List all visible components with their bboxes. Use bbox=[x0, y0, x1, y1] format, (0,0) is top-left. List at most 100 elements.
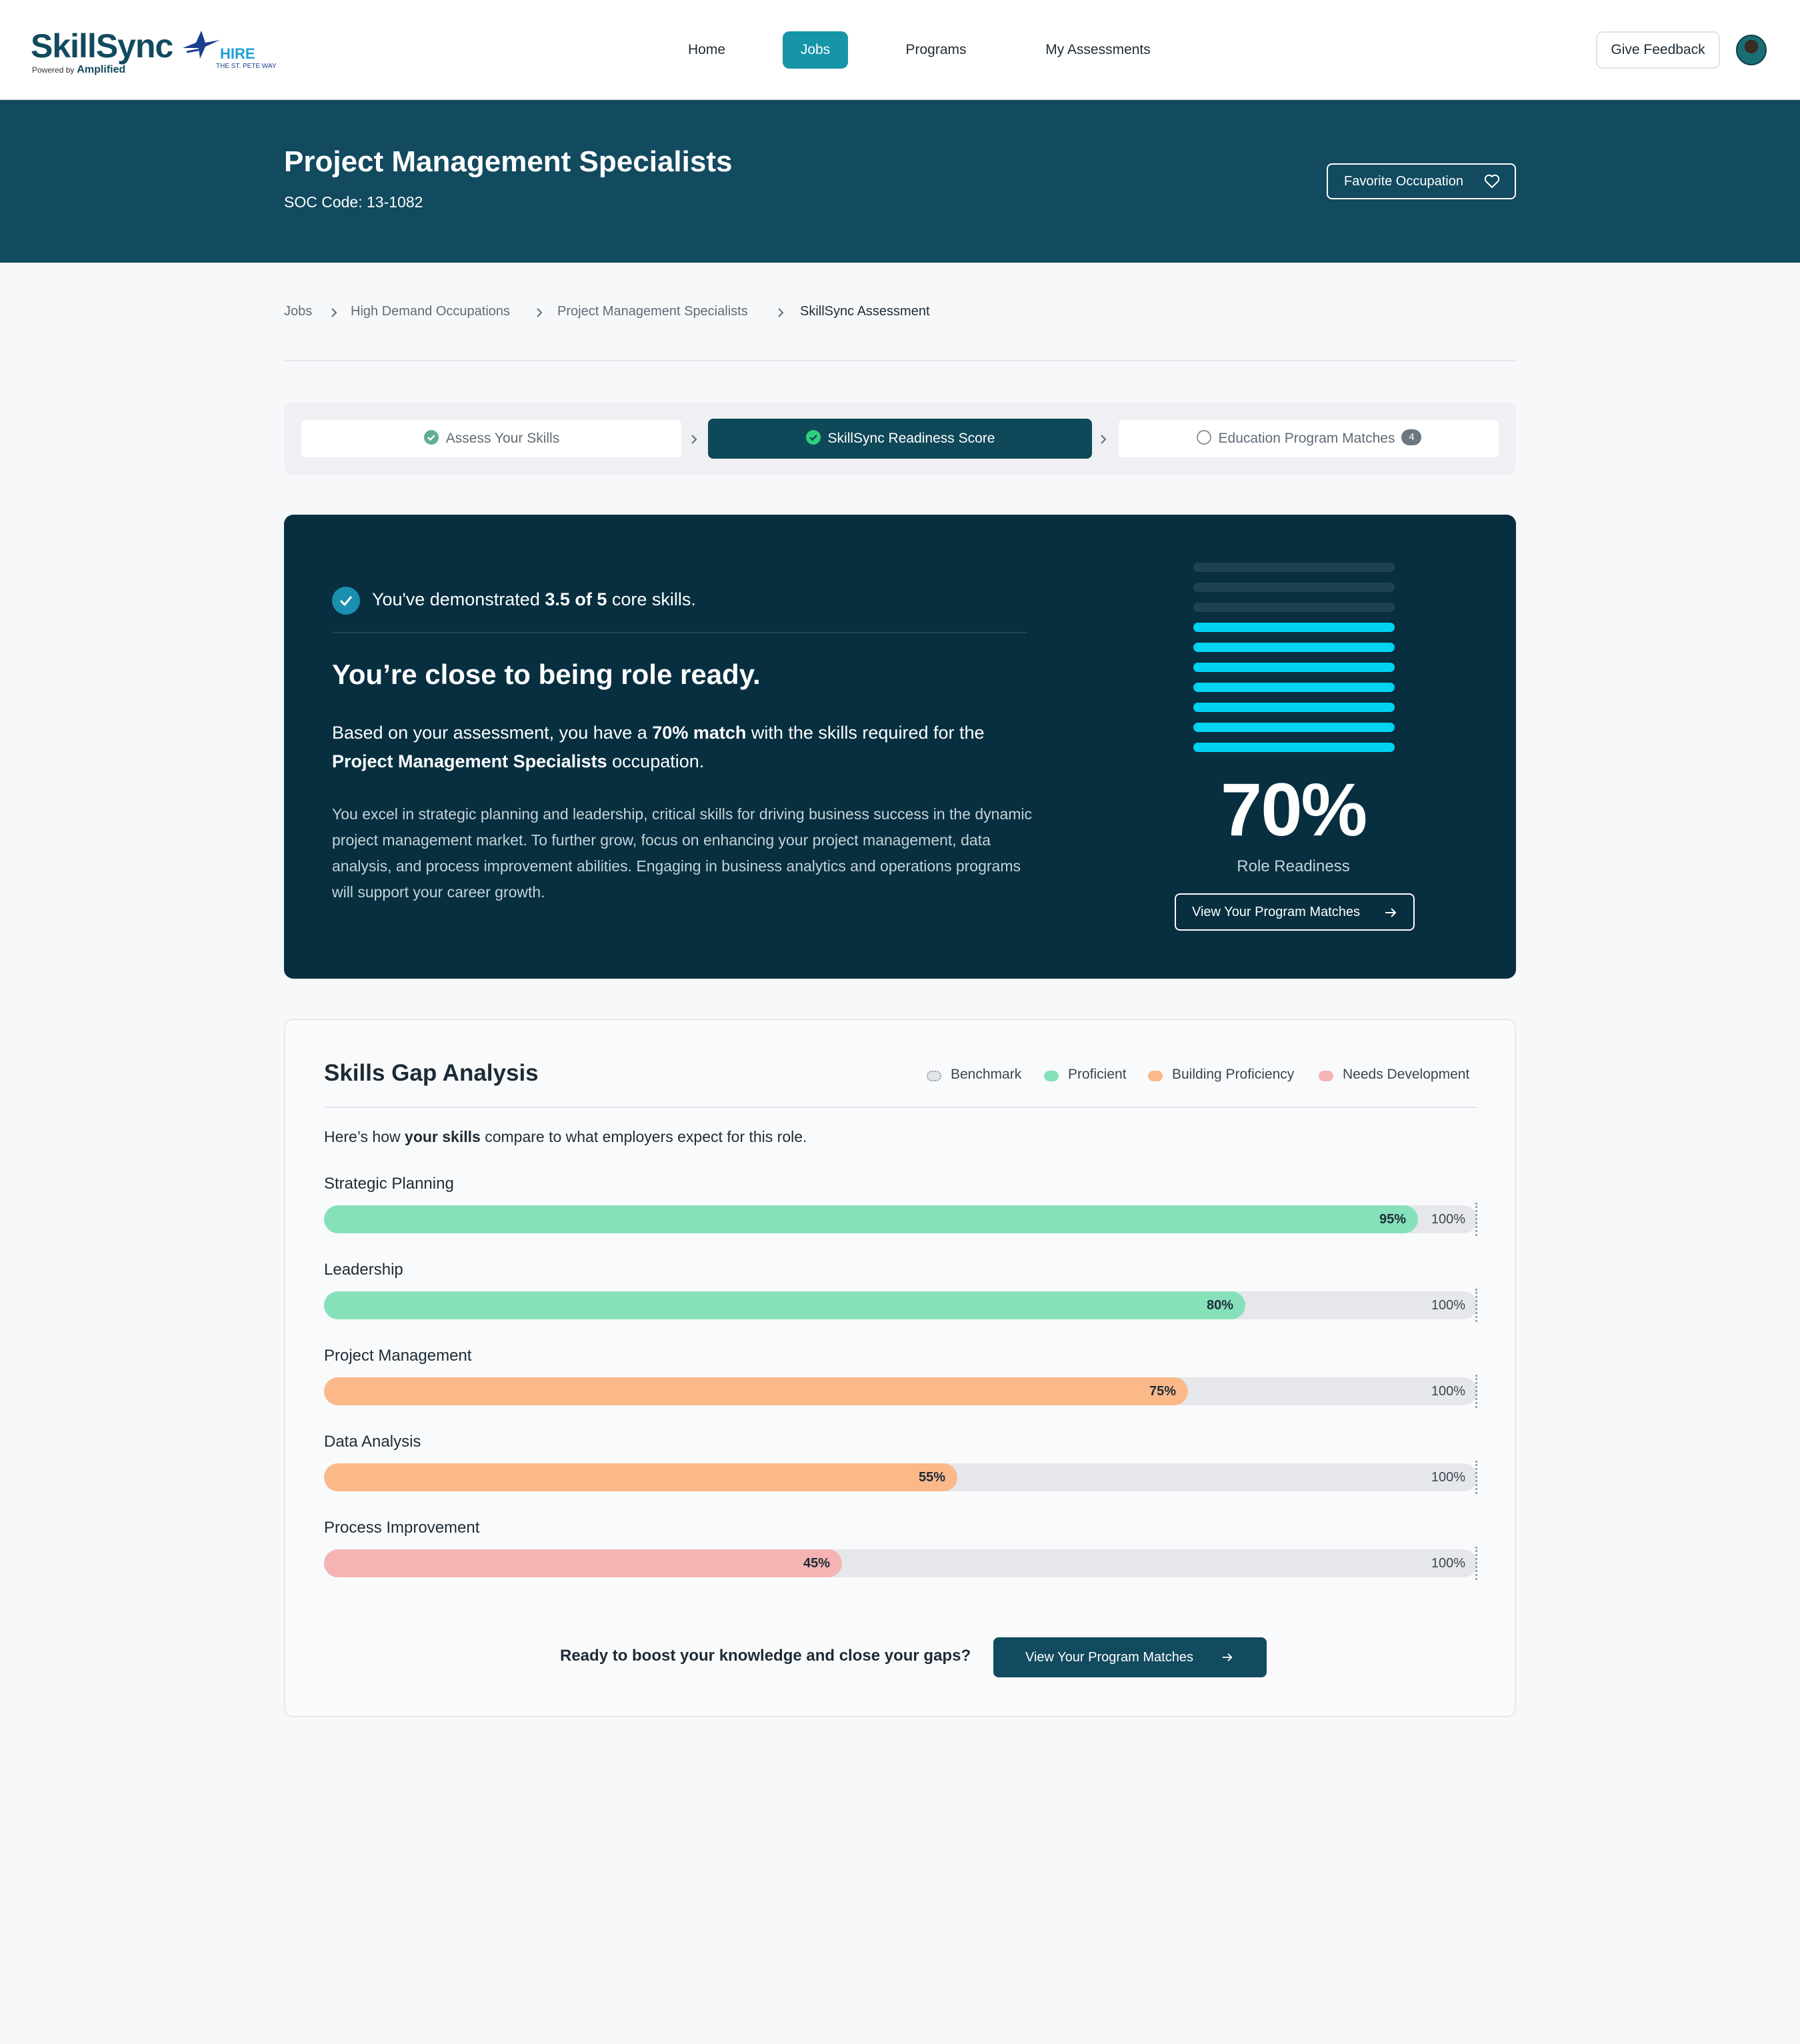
soc-code: SOC Code: 13-1082 bbox=[284, 193, 423, 211]
benchmark-line bbox=[1475, 1203, 1477, 1236]
section-divider bbox=[284, 360, 1516, 361]
chevron-right-icon bbox=[778, 308, 784, 317]
button-label: View Your Program Matches bbox=[1025, 1650, 1193, 1665]
skill-row: Strategic Planning 100% 95% bbox=[324, 1175, 1477, 1248]
chevron-right-icon bbox=[1101, 435, 1107, 444]
readiness-body: You excel in strategic planning and lead… bbox=[332, 805, 1033, 901]
skill-score: 80% bbox=[1206, 1298, 1233, 1313]
skills-suffix: core skills. bbox=[607, 589, 696, 609]
user-avatar[interactable] bbox=[1736, 35, 1767, 65]
meter-bar-filled bbox=[1193, 723, 1395, 732]
breadcrumb-high-demand[interactable]: High Demand Occupations bbox=[351, 304, 510, 319]
breadcrumb-current: SkillSync Assessment bbox=[800, 304, 930, 319]
benchmark-swatch bbox=[927, 1071, 941, 1081]
meter-bar-empty bbox=[1193, 603, 1395, 612]
skill-track: 100% 95% bbox=[324, 1203, 1477, 1236]
arrow-right-icon bbox=[1385, 908, 1397, 917]
benchmark-line bbox=[1475, 1461, 1477, 1494]
skill-track: 100% 45% bbox=[324, 1547, 1477, 1580]
chevron-right-icon bbox=[691, 435, 697, 444]
occupation-name: Project Management Specialists bbox=[332, 751, 607, 771]
gap-intro: Here’s how your skills compare to what e… bbox=[324, 1128, 807, 1146]
legend-label: Needs Development bbox=[1343, 1067, 1470, 1082]
skill-name: Project Management bbox=[324, 1347, 472, 1365]
arrow-right-icon bbox=[1222, 1653, 1233, 1662]
give-feedback-button[interactable]: Give Feedback bbox=[1596, 31, 1720, 69]
match-percent: 70% match bbox=[652, 723, 747, 743]
step-label: Education Program Matches bbox=[1218, 431, 1395, 446]
meter-bar-filled bbox=[1193, 623, 1395, 632]
matches-count-badge: 4 bbox=[1401, 429, 1422, 446]
skill-name: Leadership bbox=[324, 1261, 403, 1279]
benchmark-line bbox=[1475, 1375, 1477, 1408]
desc-part: Based on your assessment, you have a bbox=[332, 723, 653, 743]
top-navigation: SkillSync Powered by Amplified HIRE THE S… bbox=[0, 0, 1800, 100]
readiness-card: You've demonstrated 3.5 of 5 core skills… bbox=[284, 515, 1516, 979]
intro-bold: your skills bbox=[405, 1128, 481, 1145]
readiness-description: Based on your assessment, you have a 70%… bbox=[332, 719, 1039, 776]
benchmark-label: 100% bbox=[1431, 1470, 1465, 1485]
skill-fill: 75% bbox=[324, 1377, 1188, 1405]
step-education-matches[interactable]: Education Program Matches 4 bbox=[1117, 419, 1500, 459]
building-swatch bbox=[1148, 1071, 1163, 1081]
skill-track: 100% 75% bbox=[324, 1375, 1477, 1408]
favorite-occupation-button[interactable]: Favorite Occupation bbox=[1327, 163, 1516, 199]
chevron-right-icon bbox=[537, 308, 543, 317]
intro-part: compare to what employers expect for thi… bbox=[480, 1128, 807, 1145]
benchmark-label: 100% bbox=[1431, 1384, 1465, 1399]
meter-bar-empty bbox=[1193, 583, 1395, 592]
breadcrumb-jobs[interactable]: Jobs bbox=[284, 304, 312, 319]
legend: Benchmark Proficient Building Proficienc… bbox=[927, 1067, 1480, 1087]
skill-row: Leadership 100% 80% bbox=[324, 1261, 1477, 1334]
nav-my-assessments[interactable]: My Assessments bbox=[1027, 31, 1169, 69]
skill-fill: 95% bbox=[324, 1205, 1418, 1233]
step-label: SkillSync Readiness Score bbox=[827, 431, 995, 446]
view-program-matches-cta-button[interactable]: View Your Program Matches bbox=[993, 1637, 1267, 1677]
meter-bar-filled bbox=[1193, 663, 1395, 672]
readiness-headline: You’re close to being role ready. bbox=[332, 659, 761, 690]
card-divider bbox=[332, 632, 1027, 633]
meter-bar-filled bbox=[1193, 683, 1395, 692]
step-label: Assess Your Skills bbox=[445, 431, 560, 446]
heart-icon bbox=[1484, 174, 1500, 188]
button-label: View Your Program Matches bbox=[1192, 905, 1360, 919]
readiness-meter bbox=[1193, 563, 1395, 757]
skill-score: 75% bbox=[1149, 1384, 1176, 1399]
skills-gap-title: Skills Gap Analysis bbox=[324, 1060, 539, 1086]
chevron-right-icon bbox=[331, 308, 337, 317]
breadcrumb-occupation[interactable]: Project Management Specialists bbox=[557, 304, 748, 319]
benchmark-label: 100% bbox=[1431, 1212, 1465, 1227]
empty-circle-icon bbox=[1196, 430, 1211, 445]
skills-count: 3.5 of 5 bbox=[545, 589, 607, 609]
nav-home[interactable]: Home bbox=[673, 31, 740, 69]
skill-row: Project Management 100% 75% bbox=[324, 1347, 1477, 1420]
skill-fill: 80% bbox=[324, 1291, 1245, 1319]
role-readiness-label: Role Readiness bbox=[1237, 857, 1350, 875]
check-circle-icon bbox=[423, 430, 439, 445]
legend-label: Proficient bbox=[1068, 1067, 1127, 1082]
benchmark-line bbox=[1475, 1289, 1477, 1322]
skill-score: 55% bbox=[918, 1470, 945, 1485]
favorite-label: Favorite Occupation bbox=[1344, 174, 1463, 189]
skill-score: 45% bbox=[803, 1556, 830, 1571]
step-readiness-score[interactable]: SkillSync Readiness Score bbox=[708, 419, 1092, 459]
core-skills-summary: You've demonstrated 3.5 of 5 core skills… bbox=[372, 589, 696, 610]
cta-text: Ready to boost your knowledge and close … bbox=[560, 1647, 971, 1665]
skill-row: Process Improvement 100% 45% bbox=[324, 1519, 1477, 1592]
desc-part: with the skills required for the bbox=[746, 723, 985, 743]
meter-bar-filled bbox=[1193, 703, 1395, 712]
skill-score: 95% bbox=[1379, 1212, 1406, 1227]
view-program-matches-button[interactable]: View Your Program Matches bbox=[1175, 893, 1415, 931]
nav-programs[interactable]: Programs bbox=[889, 31, 983, 69]
skill-row: Data Analysis 100% 55% bbox=[324, 1433, 1477, 1506]
nav-jobs[interactable]: Jobs bbox=[783, 31, 848, 69]
step-assess-skills[interactable]: Assess Your Skills bbox=[300, 419, 683, 459]
meter-bar-filled bbox=[1193, 743, 1395, 752]
check-circle-icon bbox=[805, 430, 821, 445]
benchmark-label: 100% bbox=[1431, 1556, 1465, 1571]
assessment-stepper: Assess Your Skills SkillSync Readiness S… bbox=[284, 403, 1516, 475]
benchmark-line bbox=[1475, 1547, 1477, 1580]
desc-part: occupation. bbox=[607, 751, 705, 771]
skill-name: Data Analysis bbox=[324, 1433, 421, 1451]
legend-label: Building Proficiency bbox=[1172, 1067, 1295, 1082]
